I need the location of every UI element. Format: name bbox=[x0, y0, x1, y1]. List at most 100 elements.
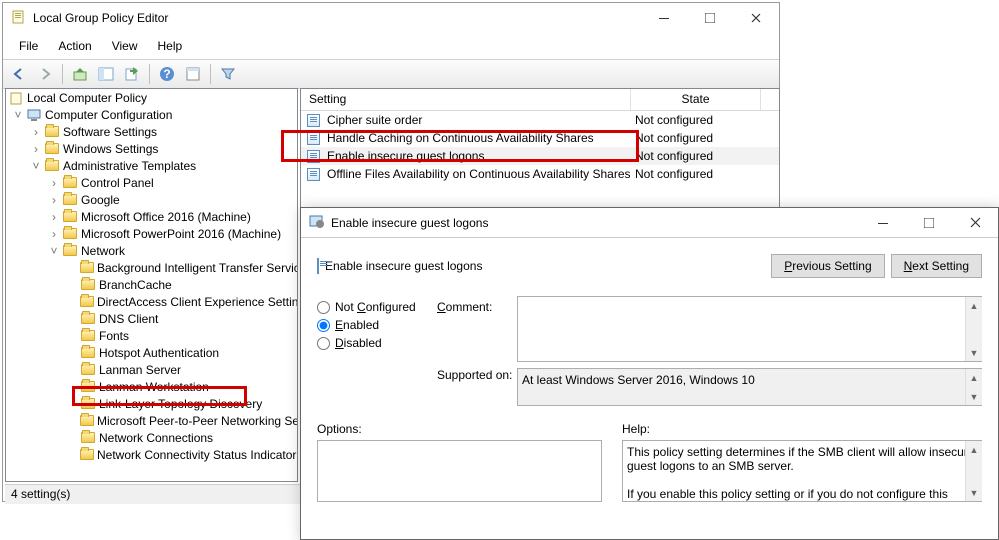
col-setting[interactable]: Setting bbox=[301, 89, 631, 110]
radio-enabled[interactable]: Enabled bbox=[317, 318, 437, 332]
menubar: File Action View Help bbox=[3, 33, 779, 59]
svg-text:?: ? bbox=[163, 67, 170, 81]
next-setting-button[interactable]: Next Setting bbox=[891, 254, 982, 278]
tree-lanman-workstation[interactable]: Lanman Workstation bbox=[99, 380, 209, 394]
scrollbar[interactable]: ▲▼ bbox=[965, 369, 982, 405]
policy-root-icon bbox=[8, 90, 24, 106]
col-state[interactable]: State bbox=[631, 89, 761, 110]
folder-icon bbox=[81, 398, 95, 409]
policy-icon bbox=[307, 150, 320, 163]
menu-help[interactable]: Help bbox=[148, 35, 193, 57]
comment-field[interactable] bbox=[517, 296, 982, 362]
radio-not-configured[interactable]: Not Configured bbox=[317, 300, 437, 314]
tree-item[interactable]: Network Connections bbox=[99, 431, 213, 445]
folder-icon bbox=[80, 262, 94, 273]
tree-item[interactable]: Google bbox=[81, 193, 120, 207]
expand-icon[interactable]: › bbox=[28, 125, 44, 139]
options-label: Options: bbox=[317, 422, 602, 436]
collapse-icon[interactable]: ˅ bbox=[10, 108, 26, 122]
folder-icon bbox=[63, 211, 77, 222]
tree-item[interactable]: Lanman Server bbox=[99, 363, 181, 377]
menu-view[interactable]: View bbox=[102, 35, 148, 57]
list-row[interactable]: Handle Caching on Continuous Availabilit… bbox=[301, 129, 779, 147]
tree-item[interactable]: Microsoft Office 2016 (Machine) bbox=[81, 210, 251, 224]
filter-button[interactable] bbox=[216, 62, 240, 86]
policy-icon bbox=[317, 258, 319, 274]
show-hide-tree-button[interactable] bbox=[94, 62, 118, 86]
collapse-icon[interactable]: ˅ bbox=[46, 244, 62, 258]
maximize-button[interactable] bbox=[687, 3, 733, 33]
tree-item[interactable]: Control Panel bbox=[81, 176, 154, 190]
folder-icon bbox=[63, 177, 77, 188]
dialog-header-text: Enable insecure guest logons bbox=[325, 259, 765, 273]
expand-icon[interactable]: › bbox=[46, 193, 62, 207]
supported-field: At least Windows Server 2016, Windows 10 bbox=[517, 368, 982, 406]
expand-icon[interactable]: › bbox=[46, 227, 62, 241]
tree-item[interactable]: BranchCache bbox=[99, 278, 172, 292]
help-button[interactable]: ? bbox=[155, 62, 179, 86]
collapse-icon[interactable]: ˅ bbox=[28, 159, 44, 173]
scrollbar[interactable]: ▲▼ bbox=[965, 297, 982, 361]
back-button[interactable] bbox=[7, 62, 31, 86]
folder-icon bbox=[63, 228, 77, 239]
tree-item[interactable]: DirectAccess Client Experience Settings bbox=[97, 295, 298, 309]
folder-icon bbox=[81, 279, 95, 290]
options-box bbox=[317, 440, 602, 502]
folder-icon bbox=[45, 126, 59, 137]
radio-disabled[interactable]: Disabled bbox=[317, 336, 437, 350]
list-row[interactable]: Offline Files Availability on Continuous… bbox=[301, 165, 779, 183]
up-button[interactable] bbox=[68, 62, 92, 86]
expand-icon[interactable]: › bbox=[46, 176, 62, 190]
previous-setting-button[interactable]: Previous Setting bbox=[771, 254, 884, 278]
tree-item[interactable]: Link-Layer Topology Discovery bbox=[99, 397, 262, 411]
tree-item[interactable]: Hotspot Authentication bbox=[99, 346, 219, 360]
menu-action[interactable]: Action bbox=[48, 35, 101, 57]
supported-label: Supported on: bbox=[437, 368, 517, 406]
folder-icon bbox=[81, 381, 95, 392]
folder-icon bbox=[81, 330, 95, 341]
expand-icon[interactable]: › bbox=[46, 210, 62, 224]
dialog-close-button[interactable] bbox=[952, 208, 998, 238]
gpedit-icon bbox=[11, 9, 27, 28]
policy-tree[interactable]: Local Computer Policy ˅ Computer Configur… bbox=[5, 88, 298, 482]
dialog-minimize-button[interactable] bbox=[860, 208, 906, 238]
export-button[interactable] bbox=[120, 62, 144, 86]
close-button[interactable] bbox=[733, 3, 779, 33]
comment-label: Comment: bbox=[437, 296, 517, 362]
list-header: Setting State bbox=[301, 89, 779, 111]
policy-dialog: Enable insecure guest logons Enable inse… bbox=[300, 207, 999, 540]
tree-item[interactable]: DNS Client bbox=[99, 312, 158, 326]
tree-item[interactable]: Microsoft Peer-to-Peer Networking Servic… bbox=[97, 414, 298, 428]
expand-icon[interactable]: › bbox=[28, 142, 44, 156]
minimize-button[interactable] bbox=[641, 3, 687, 33]
tree-root[interactable]: Local Computer Policy bbox=[27, 91, 147, 105]
tree-item[interactable]: Microsoft PowerPoint 2016 (Machine) bbox=[81, 227, 281, 241]
scrollbar[interactable]: ▲▼ bbox=[965, 441, 982, 501]
tree-comp-config[interactable]: Computer Configuration bbox=[45, 108, 172, 122]
folder-icon bbox=[63, 194, 77, 205]
folder-icon bbox=[81, 313, 95, 324]
dialog-title: Enable insecure guest logons bbox=[331, 216, 860, 230]
tree-item[interactable]: Fonts bbox=[99, 329, 129, 343]
tree-item[interactable]: Administrative Templates bbox=[63, 159, 196, 173]
folder-icon bbox=[80, 449, 94, 460]
policy-icon bbox=[307, 132, 320, 145]
titlebar: Local Group Policy Editor bbox=[3, 3, 779, 33]
list-row-selected[interactable]: Enable insecure guest logonsNot configur… bbox=[301, 147, 779, 165]
folder-icon bbox=[80, 296, 94, 307]
forward-button[interactable] bbox=[33, 62, 57, 86]
help-box: This policy setting determines if the SM… bbox=[622, 440, 982, 502]
tree-item[interactable]: Network Connectivity Status Indicator bbox=[97, 448, 296, 462]
tree-item[interactable]: Windows Settings bbox=[63, 142, 158, 156]
list-row[interactable]: Cipher suite orderNot configured bbox=[301, 111, 779, 129]
folder-icon bbox=[63, 245, 77, 256]
folder-icon bbox=[81, 364, 95, 375]
dialog-maximize-button[interactable] bbox=[906, 208, 952, 238]
policy-icon bbox=[307, 168, 320, 181]
properties-button[interactable] bbox=[181, 62, 205, 86]
menu-file[interactable]: File bbox=[9, 35, 48, 57]
tree-item[interactable]: Software Settings bbox=[63, 125, 157, 139]
folder-icon bbox=[80, 415, 94, 426]
tree-item[interactable]: Network bbox=[81, 244, 125, 258]
tree-item[interactable]: Background Intelligent Transfer Service bbox=[97, 261, 298, 275]
